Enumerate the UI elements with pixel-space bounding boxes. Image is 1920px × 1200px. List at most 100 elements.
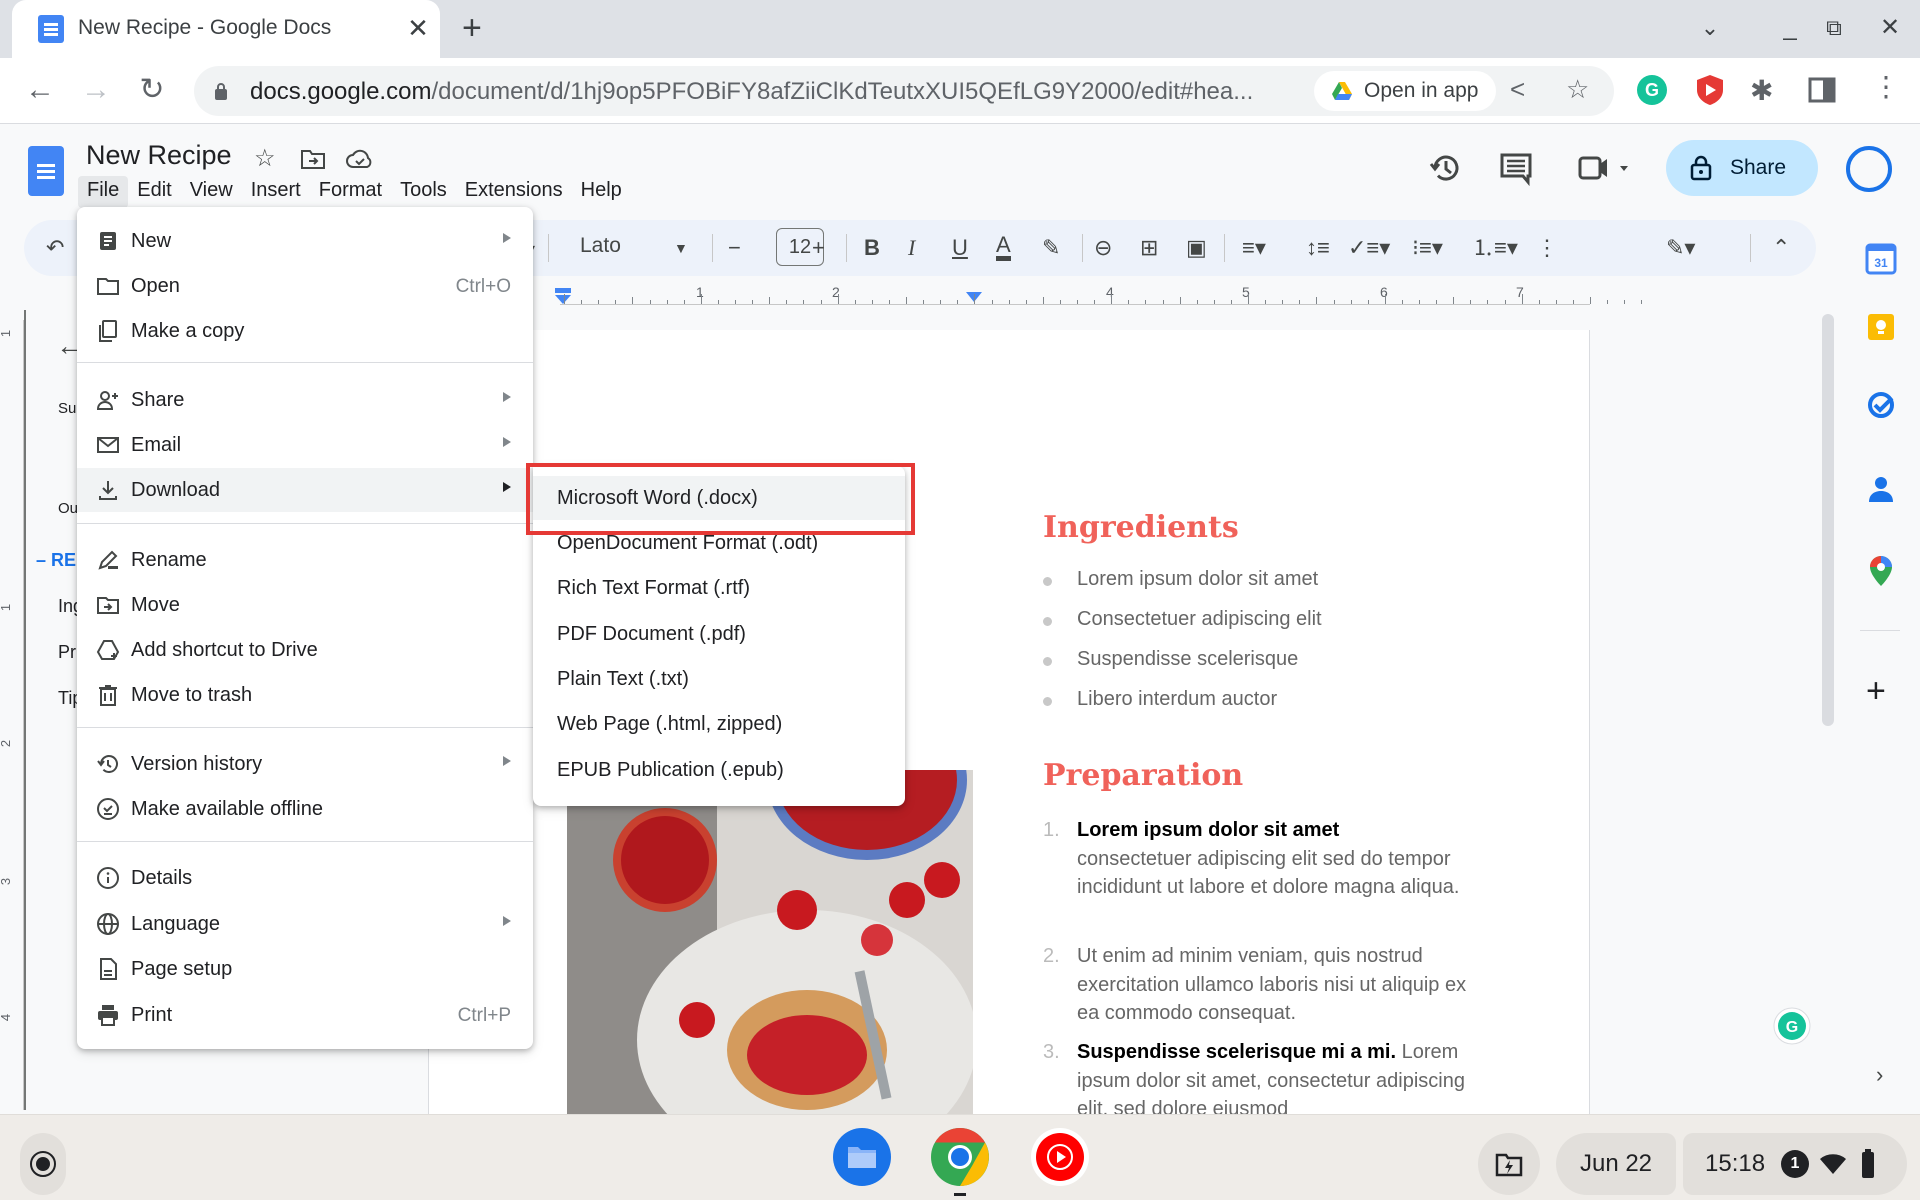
chrome-menu-icon[interactable]: ⋮ [1872, 70, 1900, 103]
increase-font-size-icon[interactable]: + [812, 234, 825, 262]
meet-video-icon[interactable] [1574, 148, 1634, 188]
move-folder-icon[interactable] [300, 148, 326, 170]
download-docx-option[interactable]: Microsoft Word (.docx) [533, 476, 905, 520]
highlight-color-icon[interactable]: ✎ [1042, 234, 1060, 262]
launcher-button[interactable] [20, 1133, 66, 1195]
more-options-icon[interactable]: ⋮ [1536, 234, 1558, 262]
file-menu-item-version-history[interactable]: Version history [77, 742, 533, 786]
menu-help[interactable]: Help [572, 176, 631, 208]
download-pdf-option[interactable]: PDF Document (.pdf) [533, 612, 905, 656]
files-app-icon[interactable] [832, 1127, 892, 1187]
download-rtf-option[interactable]: Rich Text Format (.rtf) [533, 566, 905, 610]
minimize-icon[interactable]: _ [1770, 10, 1810, 46]
checklist-icon[interactable]: ✓≡▾ [1348, 234, 1390, 262]
show-side-panel-chevron-icon[interactable]: › [1876, 1062, 1883, 1088]
get-addons-plus-icon[interactable]: + [1866, 672, 1886, 711]
horizontal-ruler[interactable]: 1 2 4 5 6 7 [530, 284, 1643, 308]
back-icon[interactable]: ← [20, 70, 60, 110]
youtube-music-app-icon[interactable] [1030, 1127, 1090, 1187]
forward-icon[interactable]: → [76, 70, 116, 110]
side-panel-icon[interactable] [1808, 76, 1836, 104]
google-calendar-icon[interactable]: 31 [1862, 240, 1900, 278]
collapse-menus-chevron-icon[interactable]: ⌃ [1772, 234, 1790, 262]
share-button[interactable]: Share [1666, 140, 1818, 196]
document-scrollbar[interactable] [1822, 314, 1834, 726]
download-html-option[interactable]: Web Page (.html, zipped) [533, 702, 905, 746]
menu-extensions[interactable]: Extensions [456, 176, 572, 208]
bold-icon[interactable]: B [864, 234, 880, 262]
star-icon[interactable]: ☆ [254, 144, 276, 173]
comments-icon[interactable] [1496, 148, 1536, 188]
menu-edit[interactable]: Edit [128, 176, 180, 208]
bulleted-list-icon[interactable]: ⁝≡▾ [1412, 234, 1443, 262]
new-tab-icon[interactable]: + [462, 10, 482, 46]
docs-home-logo[interactable] [28, 146, 64, 196]
decrease-font-size-icon[interactable]: − [728, 234, 741, 262]
address-bar[interactable]: docs.google.com/document/d/1hj9op5PFOBiF… [194, 66, 1614, 116]
chrome-app-icon[interactable] [930, 1127, 990, 1187]
file-menu-item-language[interactable]: Language [77, 902, 533, 946]
google-tasks-icon[interactable] [1862, 386, 1900, 424]
left-indent-marker-icon[interactable] [554, 288, 572, 306]
file-menu-item-share[interactable]: Share [77, 378, 533, 422]
file-menu-item-new[interactable]: New [77, 219, 533, 263]
account-avatar[interactable] [1846, 146, 1892, 192]
file-menu-item-move[interactable]: Move [77, 583, 533, 627]
file-menu-item-open[interactable]: Open Ctrl+O [77, 264, 533, 308]
editing-mode-pencil-icon[interactable]: ✎▾ [1666, 234, 1695, 262]
file-menu-item-details[interactable]: Details [77, 856, 533, 900]
add-comment-icon[interactable]: ⊞ [1140, 234, 1158, 262]
extensions-puzzle-icon[interactable]: ✱ [1750, 74, 1773, 107]
line-spacing-icon[interactable]: ↕≡ [1306, 234, 1330, 262]
recipe-photo[interactable] [567, 770, 973, 1120]
open-in-app-button[interactable]: Open in app [1314, 71, 1497, 111]
insert-image-icon[interactable]: ▣ [1186, 234, 1207, 262]
notification-count-badge[interactable]: 1 [1781, 1150, 1809, 1178]
file-menu-item-make-available-offline[interactable]: Make available offline [77, 787, 533, 831]
italic-icon[interactable]: I [908, 234, 915, 262]
outline-item-preparation[interactable]: Pr [58, 642, 76, 663]
font-family-dropdown[interactable]: Lato [580, 234, 621, 258]
google-maps-icon[interactable] [1862, 552, 1900, 590]
bookmark-star-icon[interactable]: ☆ [1566, 74, 1589, 105]
file-menu-item-page-setup[interactable]: Page setup [77, 947, 533, 991]
numbered-list-icon[interactable]: ⒈≡▾ [1472, 234, 1518, 262]
vertical-ruler[interactable]: 1 1 2 3 4 [0, 320, 24, 1110]
download-odt-option[interactable]: OpenDocument Format (.odt) [533, 521, 905, 565]
maximize-icon[interactable]: ⧉ [1814, 10, 1854, 46]
font-dropdown-arrow-icon[interactable]: ▼ [674, 234, 688, 262]
text-color-icon[interactable]: A [996, 234, 1011, 261]
file-menu-item-print[interactable]: Print Ctrl+P [77, 993, 533, 1037]
file-menu-item-email[interactable]: Email [77, 423, 533, 467]
date-tray[interactable]: Jun 22 [1556, 1133, 1676, 1195]
file-menu-item-make-a-copy[interactable]: Make a copy [77, 309, 533, 353]
reload-icon[interactable]: ↻ [132, 70, 172, 110]
download-epub-option[interactable]: EPUB Publication (.epub) [533, 748, 905, 792]
close-tab-icon[interactable]: ✕ [402, 12, 434, 44]
status-tray[interactable]: 15:18 1 [1683, 1133, 1907, 1195]
share-page-icon[interactable]: < [1510, 74, 1525, 105]
version-history-icon[interactable] [1426, 148, 1466, 188]
close-window-icon[interactable]: ✕ [1870, 10, 1910, 46]
download-txt-option[interactable]: Plain Text (.txt) [533, 657, 905, 701]
menu-format[interactable]: Format [310, 176, 391, 208]
file-menu-item-download[interactable]: Download [77, 468, 533, 512]
menu-view[interactable]: View [181, 176, 242, 208]
file-menu-item-move-to-trash[interactable]: Move to trash [77, 673, 533, 717]
menu-insert[interactable]: Insert [242, 176, 310, 208]
browser-tab[interactable]: New Recipe - Google Docs ✕ [12, 0, 440, 58]
document-title[interactable]: New Recipe [86, 140, 232, 171]
tote-holding-space-button[interactable] [1478, 1133, 1540, 1195]
menu-file[interactable]: File [78, 176, 129, 208]
insert-link-icon[interactable]: ⊖ [1094, 234, 1112, 262]
grammarly-extension-icon[interactable]: G [1636, 74, 1668, 106]
underline-icon[interactable]: U [952, 234, 968, 262]
file-menu-item-add-shortcut-to-drive[interactable]: Add shortcut to Drive [77, 628, 533, 672]
menu-tools[interactable]: Tools [391, 176, 456, 208]
outline-item-recipe[interactable]: – RE [36, 550, 76, 571]
google-keep-icon[interactable] [1862, 308, 1900, 346]
align-left-icon[interactable]: ≡▾ [1242, 234, 1266, 262]
undo-icon[interactable]: ↶ [46, 234, 64, 262]
file-menu-item-rename[interactable]: Rename [77, 538, 533, 582]
cloud-saved-icon[interactable] [346, 148, 374, 170]
